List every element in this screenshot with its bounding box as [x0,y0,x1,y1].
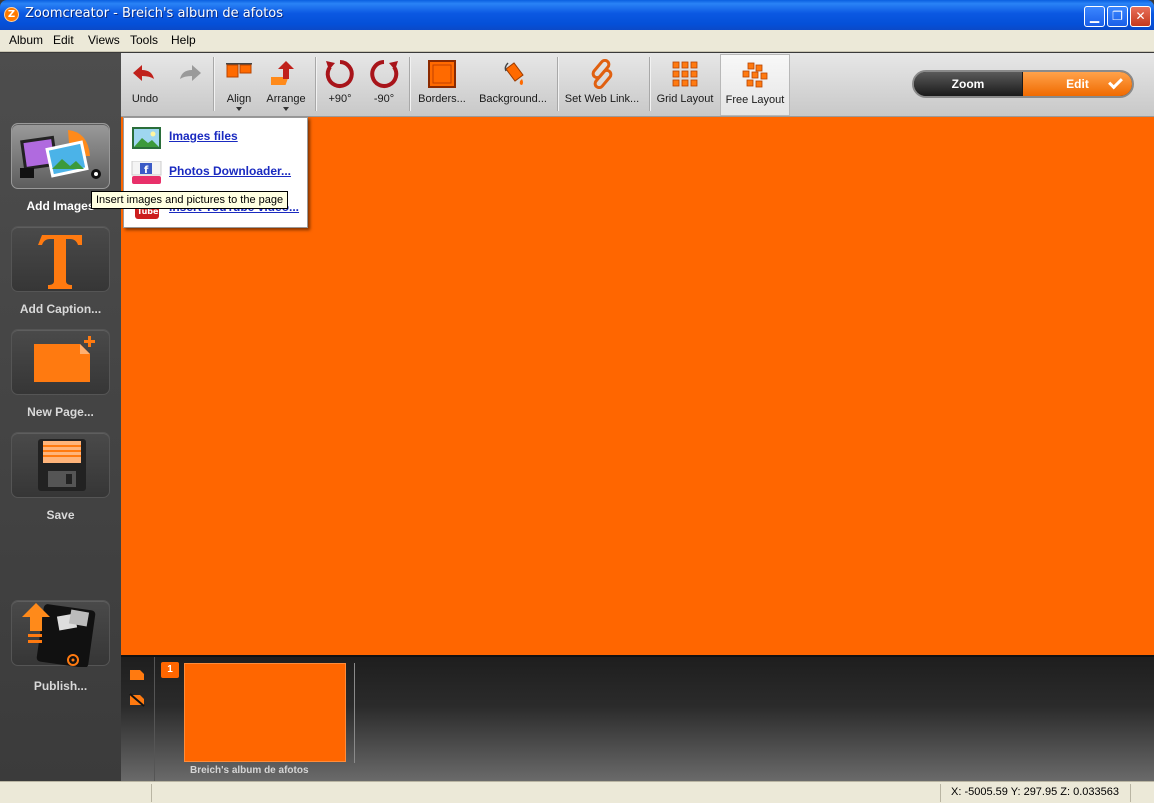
toolbar-separator [649,57,650,111]
undo-button[interactable]: Undo [123,53,167,115]
grid-layout-button[interactable]: Grid Layout [653,53,717,115]
toolbar-separator [409,57,410,111]
arrange-label: Arrange [266,93,306,105]
add-images-menu: Images files f Photos Downloader... Tube… [123,117,308,228]
align-icon [226,63,252,78]
facebook-icon: f [131,161,162,184]
menu-album[interactable]: Album [9,33,43,47]
status-bar: X: -5005.59 Y: 297.95 Z: 0.033563 [0,781,1154,803]
publish-button[interactable] [11,600,110,668]
menu-item-images-files[interactable]: Images files [124,122,309,152]
images-files-label: Images files [169,129,238,143]
images-collage-icon [20,130,101,179]
publish-upload-icon [22,603,96,668]
background-label: Background... [479,93,547,105]
app-window: Z Zoomcreator - Breich's album de afotos… [0,0,1154,803]
add-images-tooltip: Insert images and pictures to the page [91,191,289,209]
maximize-button[interactable]: ❐ [1107,6,1128,27]
rotate-ccw-button[interactable]: -90° [363,53,405,115]
arrange-icon [271,61,294,85]
set-web-link-button[interactable]: Set Web Link... [561,53,643,115]
mode-toggle: Zoom Edit [912,70,1134,98]
redo-button[interactable] [169,53,209,115]
status-divider [940,784,941,802]
free-layout-button[interactable]: Free Layout [720,54,790,116]
page-thumbnail-title: Breich's album de afotos [190,765,309,776]
chain-link-icon [591,59,613,89]
title-bar[interactable]: Z Zoomcreator - Breich's album de afotos… [0,0,1154,30]
grid-layout-label: Grid Layout [656,93,714,105]
close-button[interactable]: ✕ [1130,6,1151,27]
toolbar-separator [213,57,214,111]
image-file-icon [132,127,161,149]
redo-arrow-icon [180,65,201,81]
floppy-disk-icon [38,439,86,491]
toolbar-separator [315,57,316,111]
free-layout-icon [742,62,768,88]
borders-button[interactable]: Borders... [413,53,471,115]
zoomcreator-logo-icon[interactable]: Z [4,7,19,22]
filmstrip-tools [121,657,155,783]
publish-label: Publish... [33,679,88,693]
new-page-label: New Page... [27,405,94,419]
left-tool-panel: Add Images Add Caption... New Page... Sa… [0,53,121,781]
menu-tools[interactable]: Tools [130,33,158,47]
add-caption-label: Add Caption... [19,302,102,316]
arrange-dropdown-caret-icon [283,107,289,111]
text-t-icon [38,235,82,289]
window-title: Zoomcreator - Breich's album de afotos [25,6,284,21]
page-number-badge: 1 [161,662,179,678]
checkmark-icon [1108,74,1123,90]
rotate-cw-button[interactable]: +90° [319,53,361,115]
toolbar-separator [557,57,558,111]
photos-downloader-label: Photos Downloader... [169,164,292,178]
svg-text:f: f [144,165,149,176]
status-divider [151,784,152,802]
borders-icon [428,60,456,88]
cursor-coordinates: X: -5005.59 Y: 297.95 Z: 0.033563 [951,786,1119,798]
add-page-icon[interactable] [129,669,145,681]
thumbnail-separator [354,663,355,763]
menu-views[interactable]: Views [88,33,120,47]
rotate-counterclockwise-icon [370,60,399,88]
align-button[interactable]: Align [217,53,261,115]
undo-label: Undo [131,93,159,105]
menu-help[interactable]: Help [171,33,196,47]
minimize-button[interactable]: ▁ [1084,6,1105,27]
new-page-button[interactable] [11,329,110,395]
zoom-mode-button[interactable]: Zoom [914,72,1022,96]
rotate-cw-label: +90° [328,93,352,105]
save-button[interactable] [11,432,110,498]
align-label: Align [226,93,252,105]
edit-mode-label: Edit [1066,77,1089,91]
edit-mode-button[interactable]: Edit [1023,72,1132,96]
add-images-button[interactable] [11,123,110,189]
menu-bar: Album Edit Views Tools Help [0,30,1154,52]
save-label: Save [46,508,75,522]
status-divider [1130,784,1131,802]
add-caption-button[interactable] [11,226,110,292]
rotate-ccw-label: -90° [373,93,395,105]
new-page-icon [34,336,95,382]
undo-arrow-icon [133,65,154,81]
paint-bucket-icon [504,62,524,85]
borders-label: Borders... [418,93,466,105]
set-web-link-label: Set Web Link... [564,93,640,105]
background-button[interactable]: Background... [475,53,551,115]
grid-layout-icon [672,61,698,87]
page-filmstrip: 1 Breich's album de afotos [121,655,1154,783]
align-dropdown-caret-icon [236,107,242,111]
delete-page-icon[interactable] [129,693,145,707]
menu-item-photos-downloader[interactable]: f Photos Downloader... [124,157,309,187]
rotate-clockwise-icon [325,60,354,88]
arrange-button[interactable]: Arrange [263,53,309,115]
menu-edit[interactable]: Edit [53,33,74,47]
page-thumbnail[interactable] [184,663,346,762]
free-layout-label: Free Layout [725,94,785,106]
